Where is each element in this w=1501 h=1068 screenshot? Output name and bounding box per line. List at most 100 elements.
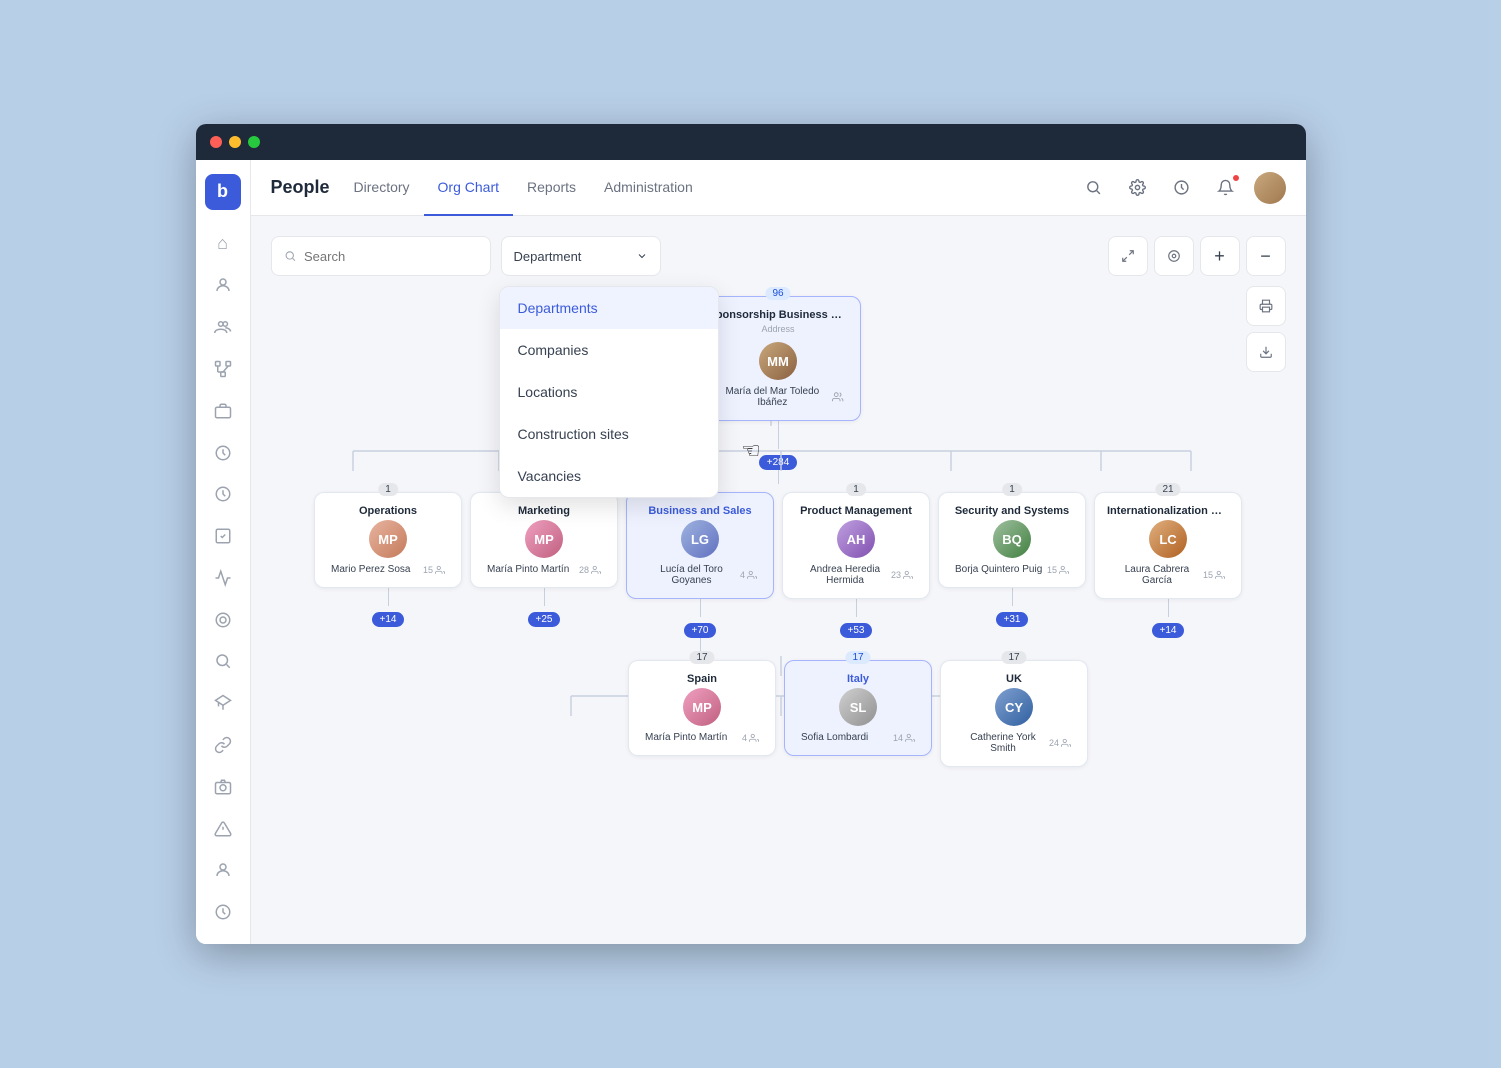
pm-title: Product Management — [795, 505, 917, 517]
biz-expand[interactable]: +70 — [684, 623, 717, 638]
sec-title: Security and Systems — [951, 505, 1073, 517]
sidebar-item-briefcase[interactable] — [205, 393, 241, 429]
uk-col: 17 UK CY Catherine York Smith 24 — [940, 660, 1088, 767]
root-expand[interactable]: +284 — [759, 455, 798, 470]
node-bizdev[interactable]: 1 Business and Sales LG Lucía del Toro G… — [626, 492, 774, 599]
sidebar-item-history[interactable] — [205, 894, 241, 930]
download-btn[interactable] — [1246, 332, 1286, 372]
ops-expand[interactable]: +14 — [372, 612, 405, 627]
sidebar-item-person[interactable] — [205, 268, 241, 304]
root-count: 96 — [765, 287, 790, 300]
sidebar-item-alert[interactable] — [205, 811, 241, 847]
maximize-dot[interactable] — [248, 136, 260, 148]
pm-expand[interactable]: +53 — [840, 623, 873, 638]
fullscreen-btn[interactable] — [1108, 236, 1148, 276]
uk-avatar: CY — [995, 688, 1033, 726]
mkt-expand[interactable]: +25 — [528, 612, 561, 627]
sidebar-item-graduate[interactable] — [205, 685, 241, 721]
dropdown-item-vacancies[interactable]: Vacancies — [500, 455, 718, 497]
ops-name: Mario Perez Sosa — [331, 564, 410, 575]
nav-timer-icon[interactable] — [1166, 172, 1198, 204]
node-operations[interactable]: 1 Operations MP Mario Perez Sosa 15 — [314, 492, 462, 588]
dropdown-menu: Departments Companies Locations Construc… — [499, 286, 719, 498]
nav-settings-icon[interactable] — [1122, 172, 1154, 204]
uk-name: Catherine York Smith — [957, 732, 1049, 754]
app-logo[interactable]: b — [205, 174, 241, 210]
sidebar-item-user2[interactable] — [205, 853, 241, 889]
pm-count: 1 — [846, 483, 866, 496]
notif-badge — [1232, 174, 1240, 182]
mkt-avatar: MP — [525, 520, 563, 558]
sidebar-item-clock2[interactable] — [205, 476, 241, 512]
security-col: 1 Security and Systems BQ Borja Quintero… — [938, 492, 1086, 652]
sidebar-item-check[interactable] — [205, 518, 241, 554]
sidebar: b ⌂ — [196, 160, 251, 944]
mkt-name: María Pinto Martín — [487, 564, 569, 575]
mkt-title: Marketing — [483, 505, 605, 517]
sec-name: Borja Quintero Puig — [955, 564, 1042, 575]
intl-name: Laura Cabrera García — [1111, 564, 1203, 586]
italy-title: Italy — [797, 673, 919, 685]
node-uk[interactable]: 17 UK CY Catherine York Smith 24 — [940, 660, 1088, 767]
ops-title: Operations — [327, 505, 449, 517]
node-security[interactable]: 1 Security and Systems BQ Borja Quintero… — [938, 492, 1086, 588]
topnav: People Directory Org Chart Reports Admin… — [251, 160, 1306, 216]
sidebar-item-group[interactable] — [205, 309, 241, 345]
intl-avatar: LC — [1149, 520, 1187, 558]
dropdown-item-construction[interactable]: Construction sites — [500, 413, 718, 455]
root-subtitle: Address — [709, 324, 848, 334]
biz-title: Business and Sales — [639, 505, 761, 517]
sec-expand[interactable]: +31 — [996, 612, 1029, 627]
intl-count: 21 — [1155, 483, 1180, 496]
search-box[interactable] — [271, 236, 491, 276]
italy-col: 17 Italy SL Sofia Lombardi 14 — [784, 660, 932, 767]
dropdown-item-departments[interactable]: Departments — [500, 287, 718, 329]
biz-avatar: LG — [681, 520, 719, 558]
node-intl[interactable]: 21 Internationalization Business St... L… — [1094, 492, 1242, 599]
level2: 1 Operations MP Mario Perez Sosa 15 — [271, 492, 1286, 652]
italy-count: 17 — [845, 651, 870, 664]
spain-title: Spain — [641, 673, 763, 685]
ops-meta: 15 — [423, 565, 433, 575]
intl-col: 21 Internationalization Business St... L… — [1094, 492, 1242, 652]
user-avatar[interactable] — [1254, 172, 1286, 204]
sidebar-item-chart[interactable] — [205, 560, 241, 596]
node-spain[interactable]: 17 Spain MP María Pinto Martín 4 — [628, 660, 776, 756]
sidebar-item-link[interactable] — [205, 727, 241, 763]
sidebar-item-clock[interactable] — [205, 435, 241, 471]
chart-container[interactable]: Department + − — [251, 216, 1306, 944]
zoom-out-btn[interactable]: − — [1246, 236, 1286, 276]
nav-reports[interactable]: Reports — [513, 160, 590, 216]
root-node[interactable]: 96 Sponsorship Business – Operati... Add… — [696, 296, 861, 421]
add-btn[interactable]: + — [1200, 236, 1240, 276]
nav-directory[interactable]: Directory — [340, 160, 424, 216]
sidebar-item-camera[interactable] — [205, 769, 241, 805]
minimize-dot[interactable] — [229, 136, 241, 148]
node-italy[interactable]: 17 Italy SL Sofia Lombardi 14 — [784, 660, 932, 756]
intl-expand[interactable]: +14 — [1152, 623, 1185, 638]
search-input[interactable] — [304, 249, 477, 264]
sidebar-item-home[interactable]: ⌂ — [205, 226, 241, 262]
print-btn[interactable] — [1246, 286, 1286, 326]
root-level: 96 Sponsorship Business – Operati... Add… — [271, 296, 1286, 484]
nav-administration[interactable]: Administration — [590, 160, 707, 216]
nav-notif-icon[interactable] — [1210, 172, 1242, 204]
bizdev-col: 1 Business and Sales LG Lucía del Toro G… — [626, 492, 774, 652]
sidebar-item-target[interactable] — [205, 602, 241, 638]
filter-btn[interactable] — [1154, 236, 1194, 276]
dropdown-item-companies[interactable]: Companies — [500, 329, 718, 371]
app-window: b ⌂ — [196, 124, 1306, 944]
root-avatar: MM — [759, 342, 797, 380]
prodmgmt-col: 1 Product Management AH Andrea Heredia H… — [782, 492, 930, 652]
node-marketing[interactable]: 1 Marketing MP María Pinto Martín 28 — [470, 492, 618, 588]
nav-orgchart[interactable]: Org Chart — [424, 160, 513, 216]
dropdown-item-locations[interactable]: Locations — [500, 371, 718, 413]
sidebar-item-search[interactable] — [205, 644, 241, 680]
nav-search-icon[interactable] — [1078, 172, 1110, 204]
sidebar-item-network[interactable] — [205, 351, 241, 387]
ops-count: 1 — [378, 483, 398, 496]
department-dropdown[interactable]: Department — [501, 236, 661, 276]
titlebar — [196, 124, 1306, 160]
close-dot[interactable] — [210, 136, 222, 148]
node-prodmgmt[interactable]: 1 Product Management AH Andrea Heredia H… — [782, 492, 930, 599]
